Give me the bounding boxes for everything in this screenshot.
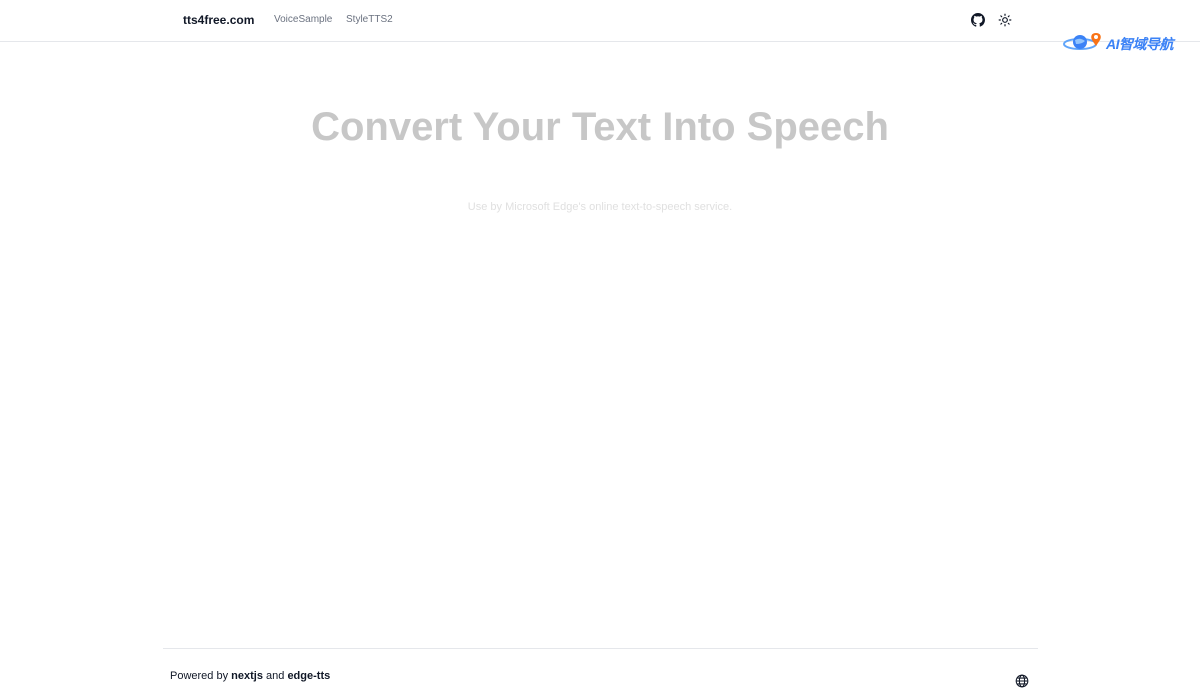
sun-icon	[998, 13, 1012, 27]
language-button[interactable]	[1014, 673, 1030, 689]
theme-toggle-button[interactable]	[997, 12, 1013, 28]
footer-credits: Powered by nextjs and edge-tts	[170, 670, 330, 682]
github-icon	[971, 13, 985, 27]
nav-link-voicesample[interactable]: VoiceSample	[274, 14, 332, 25]
footer-conjunction: and	[266, 670, 285, 682]
footer-divider	[163, 648, 1038, 649]
hero-title: Convert Your Text Into Speech	[311, 105, 889, 149]
watermark-globe-icon	[1063, 33, 1101, 50]
site-header: tts4free.com VoiceSample StyleTTS2	[0, 0, 1200, 42]
github-button[interactable]	[970, 12, 986, 28]
nextjs-link[interactable]: nextjs	[231, 670, 263, 682]
nav-link-styletts2[interactable]: StyleTTS2	[346, 14, 393, 25]
hero-subtitle: Use by Microsoft Edge's online text-to-s…	[467, 201, 733, 213]
footer-prefix: Powered by	[170, 670, 229, 682]
watermark-badge: AI智域导航	[1060, 29, 1182, 55]
edge-tts-link[interactable]: edge-tts	[287, 670, 330, 682]
brand-logo-link[interactable]: tts4free.com	[183, 13, 254, 27]
globe-icon	[1015, 674, 1029, 688]
watermark-text: AI智域导航	[1106, 36, 1174, 52]
